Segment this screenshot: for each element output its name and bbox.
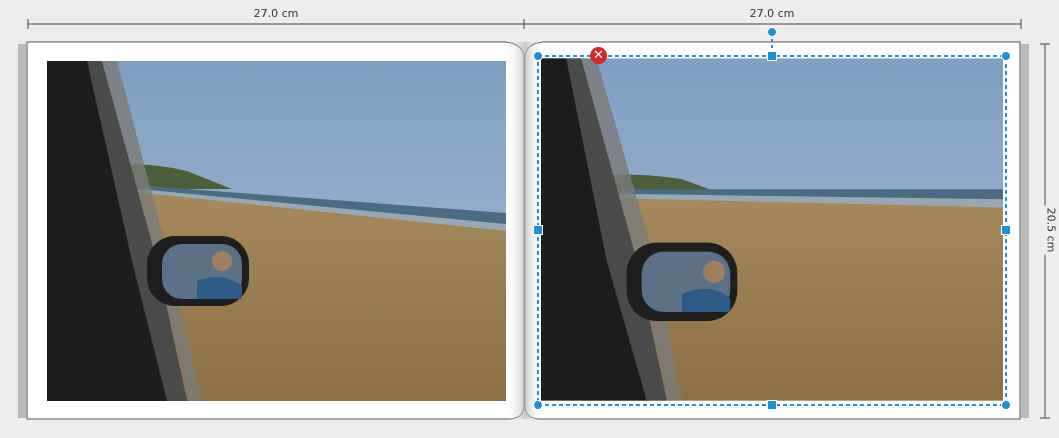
resize-handle-right[interactable] — [1001, 225, 1011, 235]
right-page-photo[interactable] — [541, 58, 1003, 401]
resize-handle-left[interactable] — [533, 225, 543, 235]
left-page-edges — [18, 44, 26, 418]
rotate-handle[interactable] — [767, 27, 777, 37]
beach-photo-image — [47, 61, 506, 401]
beach-photo-image — [541, 58, 1003, 401]
resize-handle-bottom-left[interactable] — [533, 400, 543, 410]
resize-handle-top-right[interactable] — [1001, 51, 1011, 61]
height-label: 20.5 cm — [1044, 205, 1058, 255]
left-width-label: 27.0 cm — [251, 7, 301, 20]
top-ruler — [27, 19, 1022, 29]
delete-icon[interactable]: ✕ — [590, 47, 607, 64]
resize-handle-top-left[interactable] — [533, 51, 543, 61]
resize-handle-top[interactable] — [767, 51, 777, 61]
resize-handle-bottom[interactable] — [767, 400, 777, 410]
left-page-photo[interactable] — [47, 61, 506, 401]
resize-handle-bottom-right[interactable] — [1001, 400, 1011, 410]
right-page-edges — [1021, 44, 1029, 418]
right-width-label: 27.0 cm — [747, 7, 797, 20]
